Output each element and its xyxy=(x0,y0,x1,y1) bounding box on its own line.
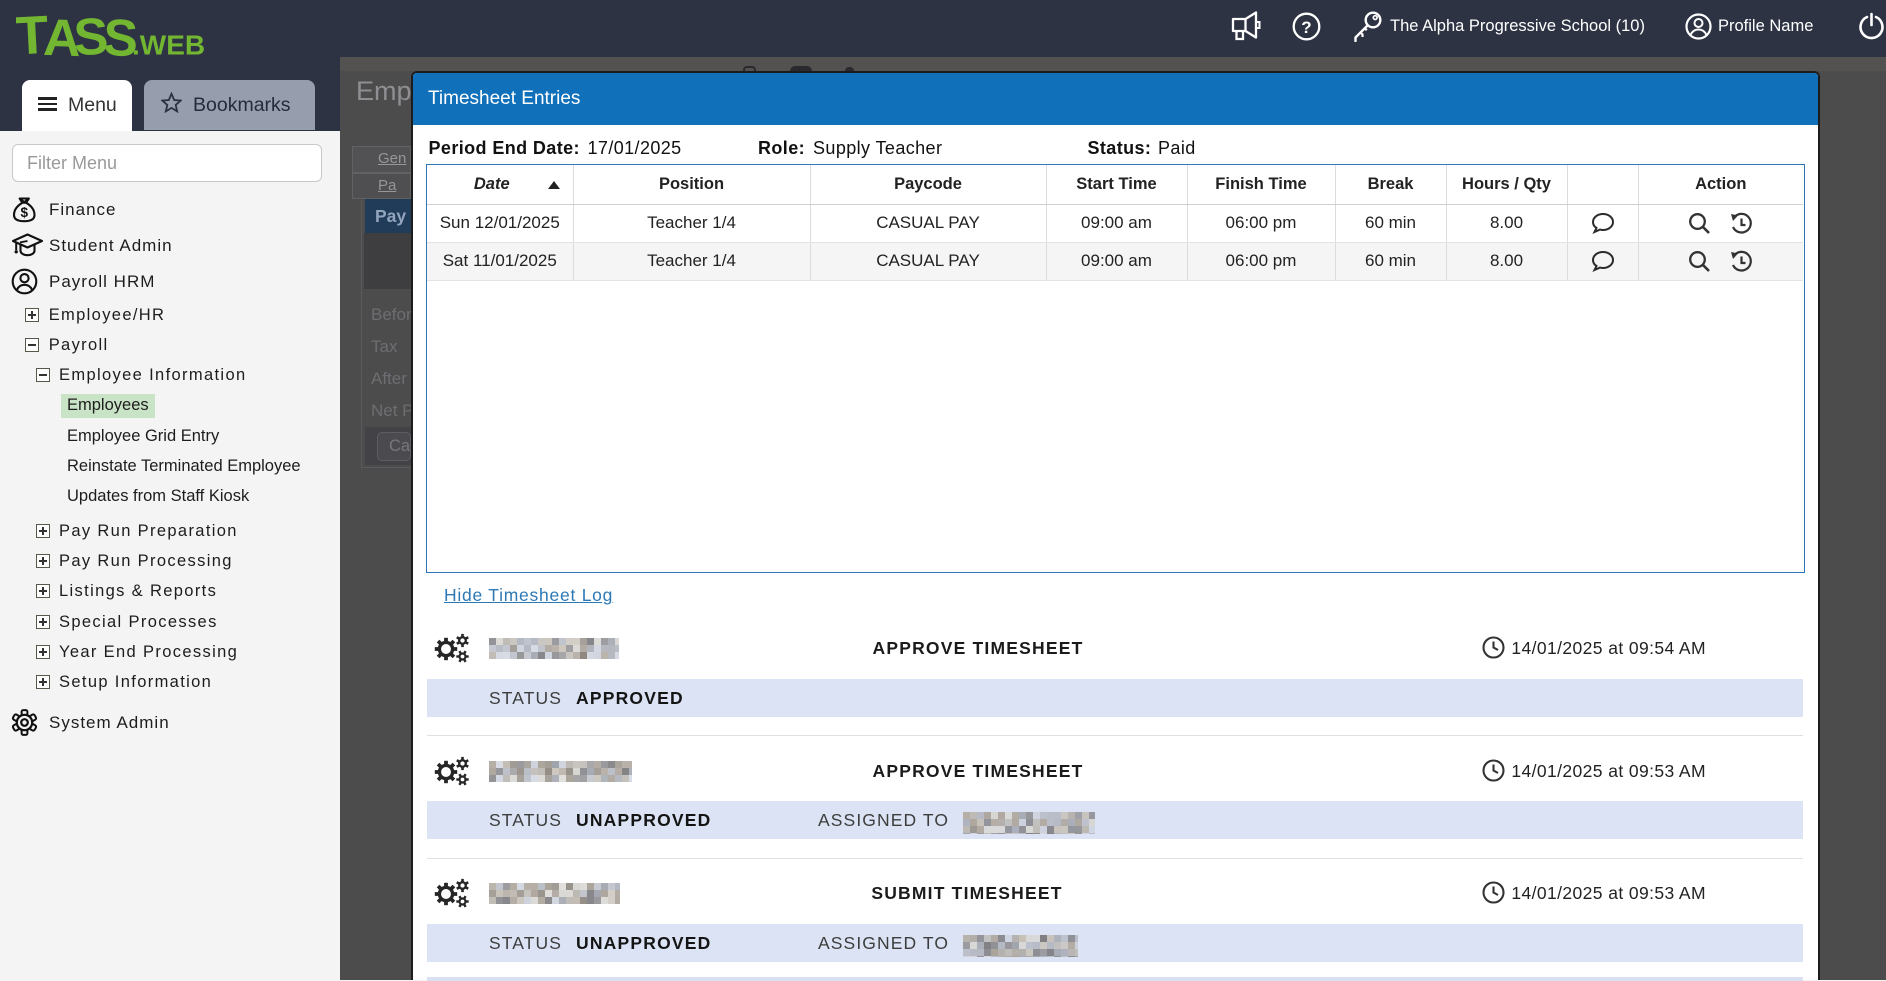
svg-text:?: ? xyxy=(1301,18,1311,37)
svg-text:.WEB: .WEB xyxy=(132,30,205,61)
svg-text:$: $ xyxy=(20,205,28,220)
